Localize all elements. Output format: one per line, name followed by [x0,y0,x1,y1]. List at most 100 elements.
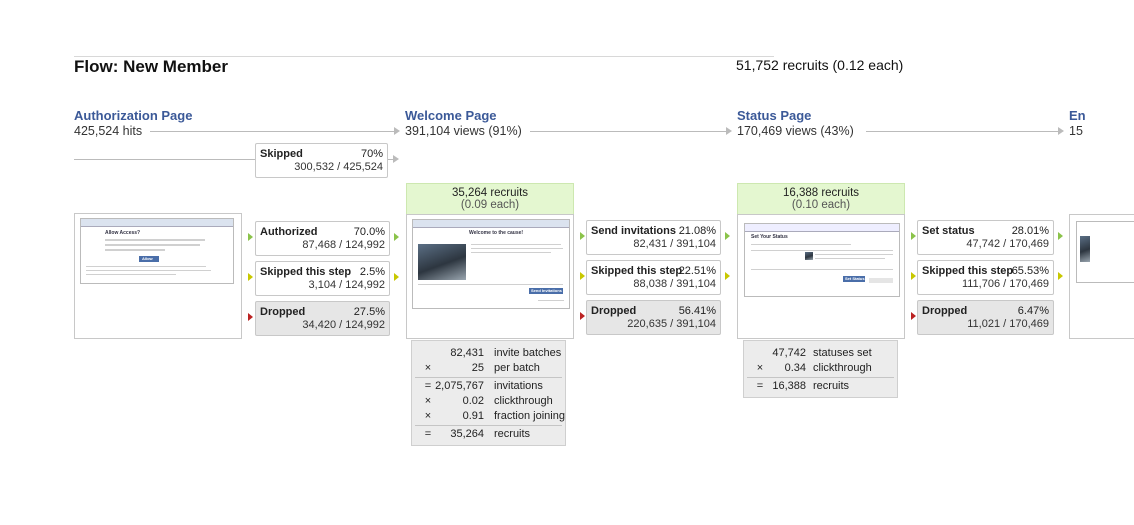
outcome-fraction: 47,742 / 170,469 [966,238,1049,250]
outcome-fraction: 3,104 / 124,992 [308,279,385,291]
arrow-red-icon [580,312,585,320]
arrow-yellow-icon [911,272,916,280]
stage-title-end[interactable]: En [1069,108,1086,123]
arrow-green-icon [911,232,916,240]
outcome-label: Dropped [922,305,968,317]
outcome-label: Send invitations [591,225,676,237]
calc-row: = 35,264 recruits [424,428,531,440]
recruits-count: 16,388 recruits [782,187,860,199]
auth-authorized-box[interactable]: Authorized 70.0% 87,468 / 124,992 [255,221,390,256]
outcome-percent: 22.51% [678,265,716,277]
status-set-status-box[interactable]: Set status 28.01% 47,742 / 170,469 [917,220,1054,255]
calc-row: = 16,388 recruits [756,380,850,392]
arrow-right-icon [1058,127,1064,135]
arrow-yellow-icon [725,272,730,280]
connector-line [530,131,727,132]
welcome-skipped-step-box[interactable]: Skipped this step 22.51% 88,038 / 391,10… [586,260,721,295]
arrow-red-icon [248,313,253,321]
auth-skipped-step-box[interactable]: Skipped this step 2.5% 3,104 / 124,992 [255,261,390,296]
arrow-yellow-icon [1058,272,1063,280]
calc-row: × 25 per batch [424,362,540,374]
connector-line [150,131,395,132]
arrow-green-icon [394,233,399,241]
arrow-yellow-icon [394,273,399,281]
arrow-right-icon [726,127,732,135]
calc-row: 47,742 statuses set [772,347,872,359]
welcome-dialog-preview: Welcome to the cause! Send Invitations [412,219,570,309]
calc-row: = 2,075,767 invitations [424,380,543,392]
calc-divider [747,377,894,378]
outcome-fraction: 300,532 / 425,524 [294,161,383,173]
outcome-label: Skipped this step [922,265,1014,277]
preview-button: Set Status [845,276,865,281]
stage-title-status[interactable]: Status Page [737,108,811,123]
stage-stat-welcome: 391,104 views (91%) [405,124,525,138]
connector-line [866,131,1059,132]
arrow-green-icon [1058,232,1063,240]
stage-stat-status: 170,469 views (43%) [737,124,857,138]
preview-title: Welcome to the cause! [469,230,524,236]
auth-skipped-box[interactable]: Skipped 70% 300,532 / 425,524 [255,143,388,178]
outcome-percent: 6.47% [1017,305,1049,317]
outcome-percent: 2.5% [359,266,385,278]
welcome-recruit-calculation: 82,431 invite batches × 25 per batch = 2… [411,340,566,446]
status-dropped-box[interactable]: Dropped 6.47% 11,021 / 170,469 [917,300,1054,335]
arrow-right-icon [394,127,400,135]
set-status-dialog-preview: Set Your Status Set Status [744,223,900,297]
outcome-label: Authorized [260,226,318,238]
calc-row: × 0.02 clickthrough [424,395,553,407]
outcome-percent: 21.08% [678,225,716,237]
arrow-green-icon [580,232,585,240]
calc-row: × 0.34 clickthrough [756,362,872,374]
arrow-yellow-icon [248,273,253,281]
status-page-thumbnail[interactable]: Set Your Status Set Status [737,214,905,339]
end-page-thumbnail[interactable] [1069,214,1134,339]
preview-title: Set Your Status [751,234,788,240]
auth-page-thumbnail[interactable]: Allow Access? Allow [74,213,242,339]
arrow-red-icon [911,312,916,320]
preview-photo [418,244,466,280]
arrow-green-icon [725,232,730,240]
total-recruits: 51,752 recruits (0.12 each) [736,57,904,73]
status-recruits-box: 16,388 recruits (0.10 each) [737,183,905,215]
welcome-dropped-box[interactable]: Dropped 56.41% 220,635 / 391,104 [586,300,721,335]
status-skipped-step-box[interactable]: Skipped this step 65.53% 111,706 / 170,4… [917,260,1054,295]
outcome-percent: 56.41% [678,305,716,317]
arrow-yellow-icon [580,272,585,280]
preview-button: Send Invitations [531,288,562,293]
recruits-each: (0.09 each) [460,199,520,211]
outcome-percent: 27.5% [353,306,385,318]
preview-button: Allow [142,256,153,261]
outcome-label: Dropped [260,306,306,318]
preview-avatar [805,252,813,260]
arrow-right-icon [393,155,399,163]
recruits-count: 35,264 recruits [451,187,529,199]
stage-stat-authorization: 425,524 hits [74,124,146,138]
stage-title-welcome[interactable]: Welcome Page [405,108,497,123]
outcome-label: Dropped [591,305,637,317]
calc-divider [415,425,562,426]
auth-dropped-box[interactable]: Dropped 27.5% 34,420 / 124,992 [255,301,390,336]
calc-row: × 0.91 fraction joining [424,410,565,422]
arrow-green-icon [248,233,253,241]
status-recruit-calculation: 47,742 statuses set × 0.34 clickthrough … [743,340,898,398]
outcome-percent: 65.53% [1011,265,1049,277]
calc-row: 82,431 invite batches [450,347,562,359]
outcome-label: Set status [922,225,975,237]
welcome-page-thumbnail[interactable]: Welcome to the cause! Send Invitations [406,214,574,339]
outcome-fraction: 11,021 / 170,469 [967,318,1049,330]
outcome-fraction: 111,706 / 170,469 [961,278,1049,290]
outcome-fraction: 87,468 / 124,992 [302,239,385,251]
recruits-each: (0.10 each) [791,199,851,211]
welcome-send-invitations-box[interactable]: Send invitations 21.08% 82,431 / 391,104 [586,220,721,255]
outcome-percent: 28.01% [1011,225,1049,237]
end-dialog-preview [1076,221,1134,283]
outcome-percent: 70% [360,148,383,160]
stage-title-authorization[interactable]: Authorization Page [74,108,192,123]
outcome-fraction: 34,420 / 124,992 [302,319,385,331]
welcome-recruits-box: 35,264 recruits (0.09 each) [406,183,574,215]
outcome-label: Skipped this step [591,265,683,277]
stage-stat-end: 15 [1069,124,1086,138]
outcome-fraction: 220,635 / 391,104 [627,318,716,330]
outcome-fraction: 88,038 / 391,104 [633,278,716,290]
